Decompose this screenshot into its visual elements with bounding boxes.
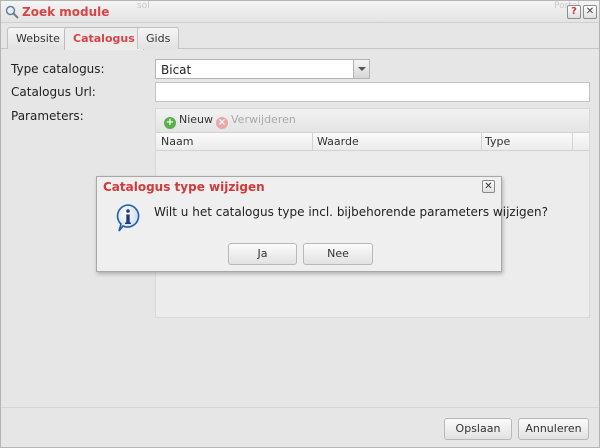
tab-strip: Website Catalogus Gids [1, 23, 599, 50]
grid-toolbar: + Nieuw × Verwijderen [156, 109, 589, 133]
change-catalog-type-dialog: Catalogus type wijzigen ✕ Wilt u het cat… [96, 176, 548, 272]
dialog-message: Wilt u het catalogus type incl. bijbehor… [154, 205, 549, 219]
catalogus-url-input[interactable] [155, 82, 590, 102]
tab-website[interactable]: Website [7, 27, 69, 49]
cancel-button[interactable]: Annuleren [518, 418, 589, 440]
add-icon: + [164, 117, 176, 129]
delete-icon: × [216, 117, 228, 129]
info-icon [116, 204, 140, 232]
type-catalogus-value: Bicat [161, 63, 192, 77]
grid-header: Naam Waarde Type [156, 133, 589, 151]
dialog-close-button[interactable]: ✕ [482, 180, 495, 193]
new-label: Nieuw [179, 113, 214, 126]
background-ghost-text: sol [137, 1, 150, 11]
delete-label: Verwijderen [231, 113, 296, 126]
column-separator[interactable] [572, 133, 573, 150]
tab-catalogus[interactable]: Catalogus [64, 27, 144, 50]
no-button[interactable]: Nee [303, 243, 373, 265]
save-button[interactable]: Opslaan [444, 418, 512, 440]
delete-parameter-button[interactable]: × Verwijderen [216, 113, 296, 129]
column-separator[interactable] [481, 133, 482, 150]
footer-divider [1, 407, 599, 408]
window-title: Zoek module [22, 5, 110, 19]
column-separator[interactable] [312, 133, 313, 150]
window-titlebar[interactable]: Zoek module sol Portal ? ✕ [1, 1, 599, 23]
type-catalogus-label: Type catalogus: [11, 62, 105, 76]
dialog-title: Catalogus type wijzigen [103, 180, 265, 194]
column-header-waarde[interactable]: Waarde [317, 135, 359, 148]
column-header-naam[interactable]: Naam [161, 135, 193, 148]
close-window-button[interactable]: ✕ [583, 5, 597, 19]
parameters-label: Parameters: [11, 109, 84, 123]
column-header-type[interactable]: Type [485, 135, 510, 148]
catalogus-url-label: Catalogus Url: [11, 85, 96, 99]
yes-button[interactable]: Ja [228, 243, 297, 265]
combo-trigger-button[interactable] [353, 60, 369, 78]
zoek-module-window: Zoek module sol Portal ? ✕ Website Catal… [0, 0, 600, 448]
new-parameter-button[interactable]: + Nieuw [164, 113, 213, 129]
search-icon [5, 5, 19, 19]
tab-gids[interactable]: Gids [137, 27, 180, 49]
help-button[interactable]: ? [567, 5, 581, 19]
type-catalogus-combobox[interactable]: Bicat [155, 59, 370, 79]
chevron-down-icon [358, 67, 366, 71]
